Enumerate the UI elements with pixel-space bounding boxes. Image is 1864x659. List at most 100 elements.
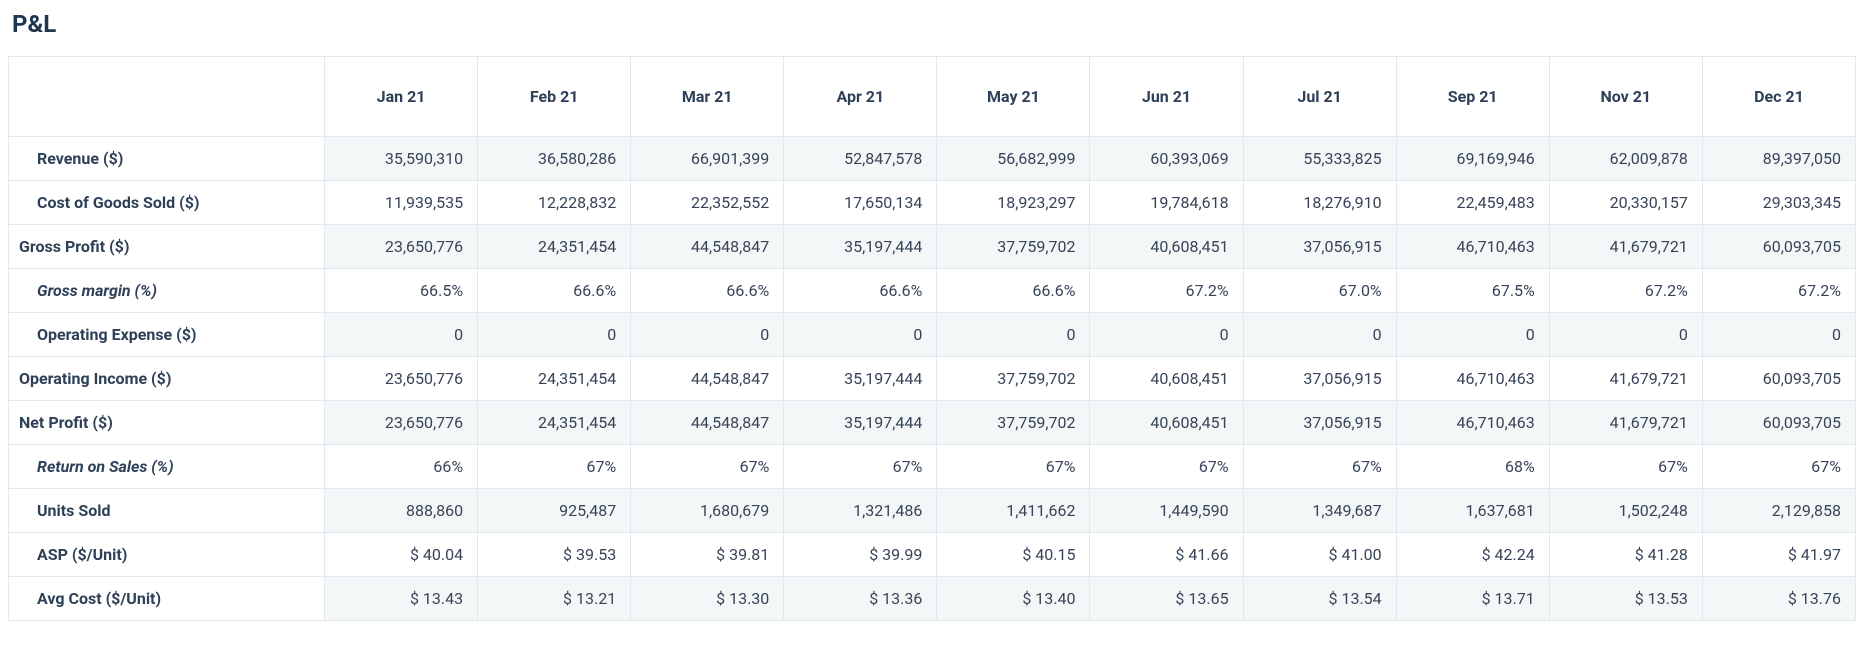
cell-value: 37,759,702 bbox=[937, 225, 1090, 269]
cell-value: 1,637,681 bbox=[1396, 489, 1549, 533]
cell-value: 67.2% bbox=[1549, 269, 1702, 313]
cell-value: 22,459,483 bbox=[1396, 181, 1549, 225]
cell-value: 0 bbox=[1549, 313, 1702, 357]
table-row: ASP ($/Unit)$ 40.04$ 39.53$ 39.81$ 39.99… bbox=[9, 533, 1856, 577]
cell-value: 67% bbox=[784, 445, 937, 489]
cell-value: 23,650,776 bbox=[325, 225, 478, 269]
cell-value: 67% bbox=[1243, 445, 1396, 489]
col-header: May 21 bbox=[937, 57, 1090, 137]
cell-value: $ 13.40 bbox=[937, 577, 1090, 621]
cell-value: 46,710,463 bbox=[1396, 401, 1549, 445]
cell-value: 62,009,878 bbox=[1549, 137, 1702, 181]
cell-value: 37,759,702 bbox=[937, 401, 1090, 445]
cell-value: 44,548,847 bbox=[631, 225, 784, 269]
cell-value: $ 41.00 bbox=[1243, 533, 1396, 577]
cell-value: 67.2% bbox=[1702, 269, 1855, 313]
cell-value: 29,303,345 bbox=[1702, 181, 1855, 225]
row-label: Avg Cost ($/Unit) bbox=[9, 577, 325, 621]
cell-value: $ 13.30 bbox=[631, 577, 784, 621]
cell-value: 1,449,590 bbox=[1090, 489, 1243, 533]
cell-value: 0 bbox=[784, 313, 937, 357]
cell-value: 925,487 bbox=[478, 489, 631, 533]
row-label: Operating Expense ($) bbox=[9, 313, 325, 357]
col-header: Jan 21 bbox=[325, 57, 478, 137]
table-body: Revenue ($)35,590,31036,580,28666,901,39… bbox=[9, 137, 1856, 621]
cell-value: 67% bbox=[631, 445, 784, 489]
cell-value: 46,710,463 bbox=[1396, 357, 1549, 401]
cell-value: 35,197,444 bbox=[784, 357, 937, 401]
cell-value: 66.6% bbox=[784, 269, 937, 313]
cell-value: 0 bbox=[325, 313, 478, 357]
cell-value: $ 13.36 bbox=[784, 577, 937, 621]
cell-value: 1,680,679 bbox=[631, 489, 784, 533]
cell-value: $ 13.71 bbox=[1396, 577, 1549, 621]
cell-value: 0 bbox=[1090, 313, 1243, 357]
row-label: Units Sold bbox=[9, 489, 325, 533]
cell-value: $ 13.54 bbox=[1243, 577, 1396, 621]
cell-value: 17,650,134 bbox=[784, 181, 937, 225]
cell-value: 23,650,776 bbox=[325, 401, 478, 445]
cell-value: 0 bbox=[478, 313, 631, 357]
row-label: Revenue ($) bbox=[9, 137, 325, 181]
cell-value: 56,682,999 bbox=[937, 137, 1090, 181]
cell-value: 24,351,454 bbox=[478, 401, 631, 445]
cell-value: $ 13.43 bbox=[325, 577, 478, 621]
cell-value: 40,608,451 bbox=[1090, 401, 1243, 445]
cell-value: $ 39.81 bbox=[631, 533, 784, 577]
col-header: Mar 21 bbox=[631, 57, 784, 137]
cell-value: 40,608,451 bbox=[1090, 357, 1243, 401]
cell-value: 67.5% bbox=[1396, 269, 1549, 313]
col-header: Apr 21 bbox=[784, 57, 937, 137]
cell-value: 67.0% bbox=[1243, 269, 1396, 313]
cell-value: 20,330,157 bbox=[1549, 181, 1702, 225]
cell-value: 67% bbox=[1549, 445, 1702, 489]
cell-value: 1,502,248 bbox=[1549, 489, 1702, 533]
cell-value: 66.6% bbox=[937, 269, 1090, 313]
table-row: Gross margin (%)66.5%66.6%66.6%66.6%66.6… bbox=[9, 269, 1856, 313]
cell-value: $ 41.28 bbox=[1549, 533, 1702, 577]
table-row: Units Sold888,860925,4871,680,6791,321,4… bbox=[9, 489, 1856, 533]
cell-value: $ 42.24 bbox=[1396, 533, 1549, 577]
cell-value: $ 13.53 bbox=[1549, 577, 1702, 621]
cell-value: 55,333,825 bbox=[1243, 137, 1396, 181]
cell-value: $ 13.76 bbox=[1702, 577, 1855, 621]
cell-value: 44,548,847 bbox=[631, 357, 784, 401]
cell-value: 19,784,618 bbox=[1090, 181, 1243, 225]
cell-value: 66.5% bbox=[325, 269, 478, 313]
cell-value: 66.6% bbox=[631, 269, 784, 313]
cell-value: 36,580,286 bbox=[478, 137, 631, 181]
cell-value: 12,228,832 bbox=[478, 181, 631, 225]
cell-value: $ 40.04 bbox=[325, 533, 478, 577]
cell-value: 11,939,535 bbox=[325, 181, 478, 225]
cell-value: 67% bbox=[1090, 445, 1243, 489]
header-blank bbox=[9, 57, 325, 137]
cell-value: 40,608,451 bbox=[1090, 225, 1243, 269]
cell-value: 60,093,705 bbox=[1702, 225, 1855, 269]
cell-value: 18,923,297 bbox=[937, 181, 1090, 225]
cell-value: 0 bbox=[1396, 313, 1549, 357]
cell-value: 18,276,910 bbox=[1243, 181, 1396, 225]
col-header: Dec 21 bbox=[1702, 57, 1855, 137]
row-label: Gross margin (%) bbox=[9, 269, 325, 313]
page-title: P&L bbox=[12, 10, 1856, 38]
table-row: Operating Expense ($)0000000000 bbox=[9, 313, 1856, 357]
cell-value: 24,351,454 bbox=[478, 225, 631, 269]
cell-value: 60,093,705 bbox=[1702, 401, 1855, 445]
col-header: Jul 21 bbox=[1243, 57, 1396, 137]
table-row: Gross Profit ($)23,650,77624,351,45444,5… bbox=[9, 225, 1856, 269]
table-row: Operating Income ($)23,650,77624,351,454… bbox=[9, 357, 1856, 401]
cell-value: 44,548,847 bbox=[631, 401, 784, 445]
cell-value: 1,411,662 bbox=[937, 489, 1090, 533]
cell-value: 888,860 bbox=[325, 489, 478, 533]
header-row: Jan 21 Feb 21 Mar 21 Apr 21 May 21 Jun 2… bbox=[9, 57, 1856, 137]
pnl-table: Jan 21 Feb 21 Mar 21 Apr 21 May 21 Jun 2… bbox=[8, 56, 1856, 621]
cell-value: 89,397,050 bbox=[1702, 137, 1855, 181]
cell-value: 46,710,463 bbox=[1396, 225, 1549, 269]
row-label: ASP ($/Unit) bbox=[9, 533, 325, 577]
cell-value: 35,197,444 bbox=[784, 401, 937, 445]
cell-value: $ 39.99 bbox=[784, 533, 937, 577]
cell-value: 60,393,069 bbox=[1090, 137, 1243, 181]
cell-value: 0 bbox=[1243, 313, 1396, 357]
col-header: Feb 21 bbox=[478, 57, 631, 137]
cell-value: 2,129,858 bbox=[1702, 489, 1855, 533]
